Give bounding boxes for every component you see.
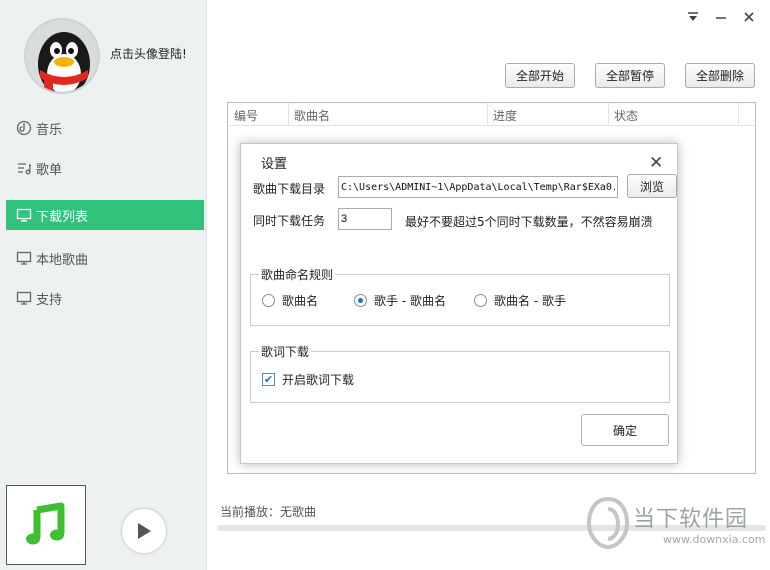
minimize-icon[interactable]: [714, 10, 728, 24]
dialog-title: 设置: [261, 157, 288, 172]
naming-option-song-artist[interactable]: 歌曲名 - 歌手: [474, 292, 566, 309]
lyrics-checkbox-label: 开启歌词下载: [282, 373, 355, 387]
sidebar-item-local-songs[interactable]: 本地歌曲: [6, 243, 204, 273]
delete-all-button[interactable]: 全部删除: [685, 63, 755, 88]
confirm-button[interactable]: 确定: [581, 414, 669, 446]
naming-option-label: 歌曲名: [282, 294, 319, 308]
sidebar: 点击头像登陆! 音乐 歌单 下载列表 本地歌曲 支持: [0, 0, 207, 570]
column-header-status[interactable]: 状态: [614, 107, 638, 124]
naming-option-artist-song[interactable]: 歌手 - 歌曲名: [354, 292, 446, 309]
close-icon[interactable]: [742, 10, 756, 24]
watermark-url: www.downxia.com: [663, 533, 766, 546]
naming-rule-legend: 歌曲命名规则: [259, 266, 336, 283]
radio-button[interactable]: [262, 294, 275, 307]
lyrics-download-option[interactable]: ✔ 开启歌词下载: [262, 371, 354, 388]
pause-all-button[interactable]: 全部暂停: [595, 63, 665, 88]
play-icon: [138, 523, 151, 539]
play-button[interactable]: [122, 509, 166, 553]
lyrics-checkbox[interactable]: ✔: [262, 373, 275, 386]
lyrics-legend: 歌词下载: [259, 343, 312, 360]
column-header-progress[interactable]: 进度: [493, 107, 517, 124]
sidebar-item-label: 支持: [36, 292, 63, 308]
sidebar-item-download-list[interactable]: 下载列表: [6, 200, 204, 230]
qq-penguin-icon: [38, 32, 90, 92]
concurrent-tasks-field[interactable]: [338, 208, 392, 230]
music-icon: [16, 120, 32, 136]
sidebar-item-label: 歌单: [36, 162, 63, 178]
now-playing-text: 当前播放：无歌曲: [220, 505, 317, 519]
sidebar-item-music[interactable]: 音乐: [6, 113, 204, 143]
naming-option-label: 歌曲名 - 歌手: [494, 294, 566, 308]
naming-rule-group: 歌曲命名规则 歌曲名 歌手 - 歌曲名 歌曲名 - 歌手: [250, 266, 670, 326]
monitor-icon: [16, 207, 32, 223]
playlist-icon: [16, 160, 32, 176]
concurrent-tasks-hint: 最好不要超过5个同时下载数量，不然容易崩溃: [405, 215, 653, 229]
watermark-name: 当下软件园: [633, 507, 749, 532]
sidebar-item-label: 本地歌曲: [36, 252, 89, 268]
download-dir-label: 歌曲下载目录: [253, 182, 326, 196]
music-note-icon: [26, 502, 65, 545]
watermark: 当下软件园 www.downxia.com: [587, 497, 765, 557]
start-all-button[interactable]: 全部开始: [505, 63, 575, 88]
album-cover[interactable]: [6, 485, 86, 565]
sidebar-item-support[interactable]: 支持: [6, 283, 204, 313]
settings-dialog: 设置 ✕ 歌曲下载目录 浏览 同时下载任务 最好不要超过5个同时下载数量，不然容…: [240, 143, 678, 464]
monitor-icon: [16, 290, 32, 306]
radio-button-selected[interactable]: [354, 294, 367, 307]
sidebar-item-label: 下载列表: [36, 209, 89, 225]
concurrent-tasks-label: 同时下载任务: [253, 214, 326, 228]
column-header-number[interactable]: 编号: [234, 107, 258, 124]
monitor-icon: [16, 250, 32, 266]
browse-button[interactable]: 浏览: [627, 174, 677, 198]
naming-option-song[interactable]: 歌曲名: [262, 292, 318, 309]
naming-option-label: 歌手 - 歌曲名: [374, 294, 446, 308]
dialog-close-icon[interactable]: ✕: [649, 153, 663, 173]
login-prompt[interactable]: 点击头像登陆!: [110, 45, 187, 62]
sidebar-item-label: 音乐: [36, 122, 63, 138]
column-header-song[interactable]: 歌曲名: [294, 107, 330, 124]
lyrics-group: 歌词下载 ✔ 开启歌词下载: [250, 343, 670, 403]
downxia-logo-icon: [587, 497, 629, 549]
radio-button[interactable]: [474, 294, 487, 307]
download-dir-field[interactable]: [338, 176, 618, 198]
menu-dropdown-icon[interactable]: [686, 10, 700, 24]
avatar[interactable]: [24, 18, 100, 94]
table-header: 编号 歌曲名 进度 状态: [228, 103, 755, 126]
sidebar-item-playlist[interactable]: 歌单: [6, 153, 204, 183]
